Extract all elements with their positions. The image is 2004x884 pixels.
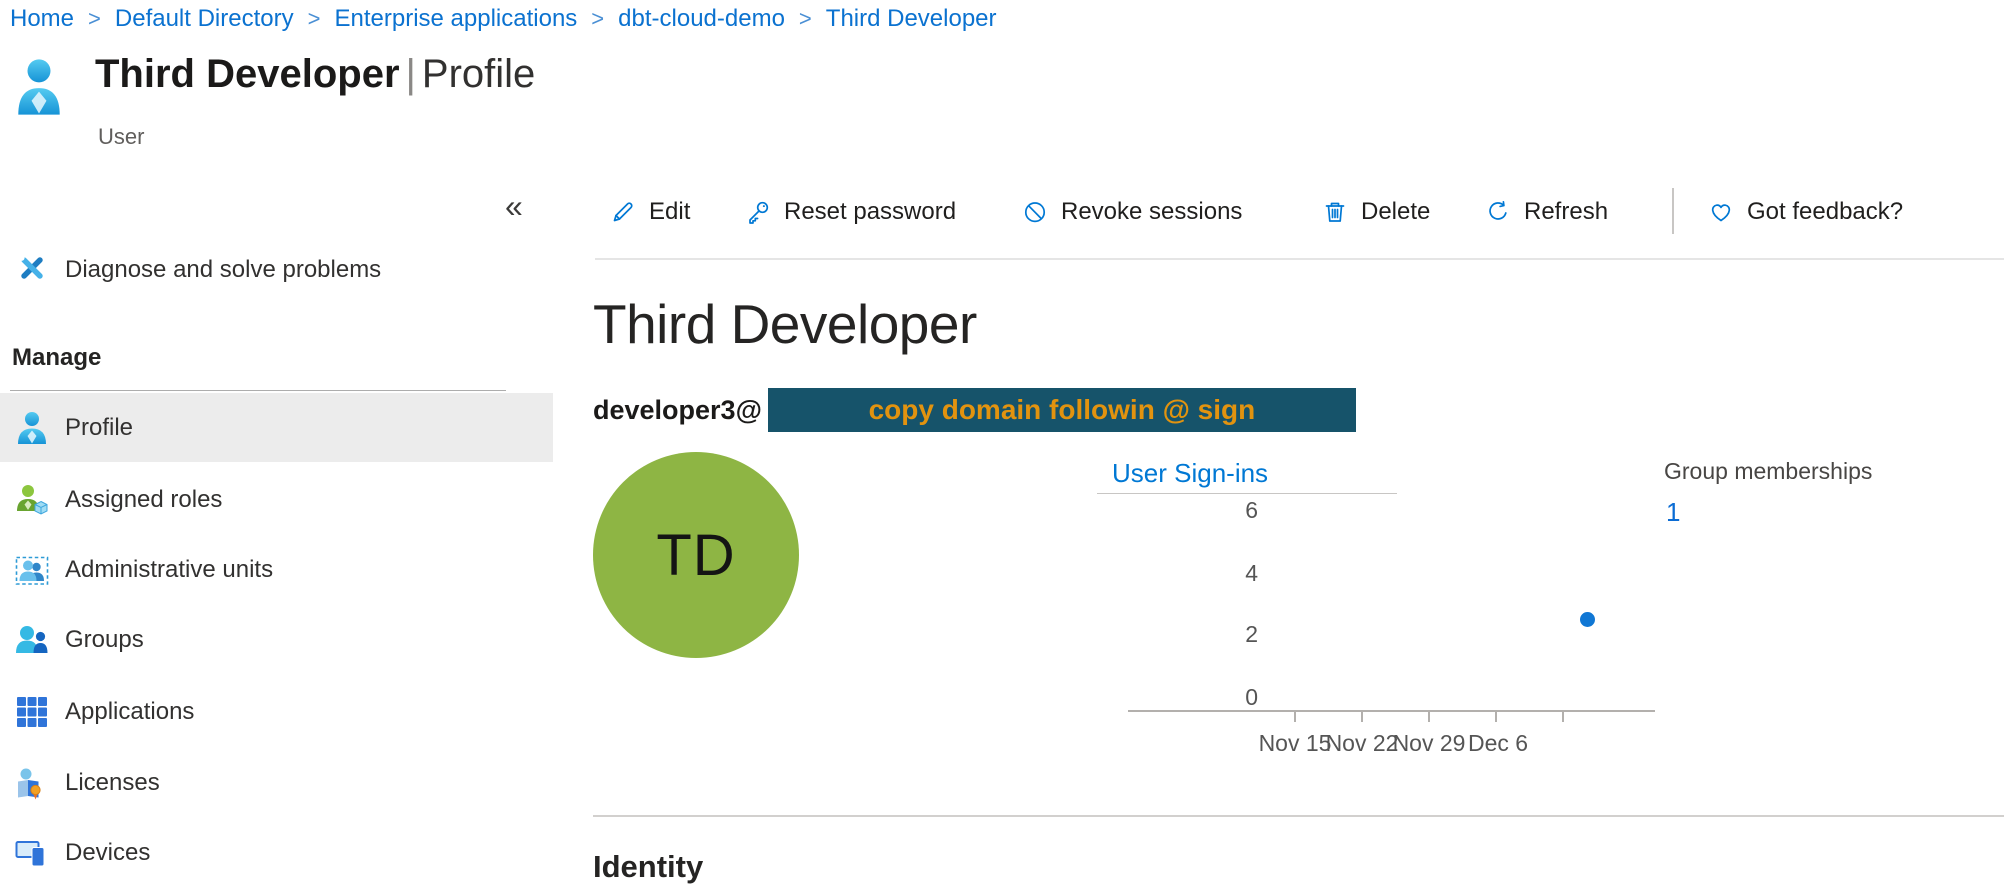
user-sign-ins-link[interactable]: User Sign-ins <box>1112 458 1268 489</box>
avatar-initials: TD <box>656 522 735 589</box>
sidebar-item-applications[interactable]: Applications <box>0 677 553 747</box>
refresh-icon <box>1485 199 1511 225</box>
breadcrumb-separator: > <box>799 6 812 32</box>
breadcrumb: Home > Default Directory > Enterprise ap… <box>10 5 997 33</box>
license-badge-icon <box>15 766 49 800</box>
devices-icon <box>15 836 49 870</box>
x-axis-tick <box>1361 712 1363 722</box>
person-cube-icon <box>15 483 49 517</box>
sidebar-item-label: Groups <box>65 626 144 654</box>
section-divider <box>593 815 2004 817</box>
sidebar-item-label: Devices <box>65 839 150 867</box>
feedback-button[interactable]: Got feedback? <box>1708 186 1903 238</box>
breadcrumb-home[interactable]: Home <box>10 5 74 33</box>
user-principal-name-row: developer3@ copy domain followin @ sign <box>593 388 1356 432</box>
sidebar-collapse-button[interactable]: « <box>505 188 523 225</box>
x-tick-label: Dec 6 <box>1448 730 1548 757</box>
identity-section-heading: Identity <box>593 849 703 884</box>
sidebar-item-groups[interactable]: Groups <box>0 605 553 675</box>
sidebar-item-profile[interactable]: Profile <box>0 393 553 462</box>
admin-units-icon <box>15 553 49 587</box>
breadcrumb-default-directory[interactable]: Default Directory <box>115 5 294 33</box>
azure-user-profile-page: Home > Default Directory > Enterprise ap… <box>0 0 2004 884</box>
page-title-section: Profile <box>422 52 535 96</box>
group-memberships-link[interactable]: 1 <box>1666 497 1680 528</box>
diagnose-tools-icon <box>15 253 49 287</box>
email-prefix: developer3@ <box>593 395 762 426</box>
toolbar-separator <box>1672 188 1674 234</box>
refresh-button[interactable]: Refresh <box>1485 186 1608 238</box>
sidebar-item-label: Applications <box>65 698 194 726</box>
refresh-label: Refresh <box>1524 198 1608 226</box>
revoke-sessions-label: Revoke sessions <box>1061 198 1242 226</box>
breadcrumb-dbt-cloud-demo[interactable]: dbt-cloud-demo <box>618 5 785 33</box>
grid-icon <box>15 695 49 729</box>
pencil-icon <box>610 199 636 225</box>
edit-button[interactable]: Edit <box>610 186 690 238</box>
object-type-label: User <box>98 124 144 150</box>
sidebar-item-label: Licenses <box>65 769 160 797</box>
breadcrumb-separator: > <box>88 6 101 32</box>
sidebar-item-diagnose[interactable]: Diagnose and solve problems <box>0 235 553 305</box>
revoke-sessions-button[interactable]: Revoke sessions <box>1022 186 1242 238</box>
toolbar-bottom-border <box>595 258 2004 260</box>
sidebar-item-administrative-units[interactable]: Administrative units <box>0 535 553 605</box>
sidebar-divider <box>10 390 506 391</box>
group-memberships-label: Group memberships <box>1664 458 1872 485</box>
redaction-note: copy domain followin @ sign <box>869 394 1256 426</box>
y-tick-label: 6 <box>1210 497 1258 524</box>
x-axis-tick <box>1562 712 1564 722</box>
sidebar-item-assigned-roles[interactable]: Assigned roles <box>0 465 553 535</box>
user-display-name: Third Developer <box>593 292 977 356</box>
redaction-overlay: copy domain followin @ sign <box>768 388 1356 432</box>
page-title-name: Third Developer <box>95 52 400 96</box>
trash-icon <box>1322 199 1348 225</box>
sidebar-item-label: Diagnose and solve problems <box>65 256 381 284</box>
sidebar-item-licenses[interactable]: Licenses <box>0 748 553 818</box>
edit-label: Edit <box>649 198 690 226</box>
y-tick-label: 4 <box>1210 560 1258 587</box>
page-title: Third Developer|Profile <box>95 52 535 97</box>
person-icon <box>15 411 49 445</box>
x-axis-tick <box>1294 712 1296 722</box>
sidebar-section-manage: Manage <box>12 344 101 372</box>
user-icon <box>16 58 62 116</box>
block-icon <box>1022 199 1048 225</box>
breadcrumb-separator: > <box>308 6 321 32</box>
x-axis-tick <box>1428 712 1430 722</box>
y-tick-label: 0 <box>1210 684 1258 711</box>
sidebar-item-label: Assigned roles <box>65 486 222 514</box>
page-title-pipe: | <box>400 52 422 96</box>
x-axis-line <box>1128 710 1655 712</box>
reset-password-label: Reset password <box>784 198 956 226</box>
breadcrumb-third-developer[interactable]: Third Developer <box>826 5 997 33</box>
delete-button[interactable]: Delete <box>1322 186 1430 238</box>
people-icon <box>15 623 49 657</box>
key-icon <box>745 199 771 225</box>
delete-label: Delete <box>1361 198 1430 226</box>
sign-in-data-point <box>1580 612 1595 627</box>
heart-icon <box>1708 199 1734 225</box>
chart-title-underline <box>1097 493 1397 494</box>
feedback-label: Got feedback? <box>1747 198 1903 226</box>
sidebar-item-label: Profile <box>65 414 133 442</box>
sidebar-item-label: Administrative units <box>65 556 273 584</box>
x-axis-tick <box>1495 712 1497 722</box>
reset-password-button[interactable]: Reset password <box>745 186 956 238</box>
y-tick-label: 2 <box>1210 621 1258 648</box>
breadcrumb-separator: > <box>591 6 604 32</box>
avatar: TD <box>593 452 799 658</box>
breadcrumb-enterprise-applications[interactable]: Enterprise applications <box>334 5 577 33</box>
sidebar-item-devices[interactable]: Devices <box>0 818 553 884</box>
